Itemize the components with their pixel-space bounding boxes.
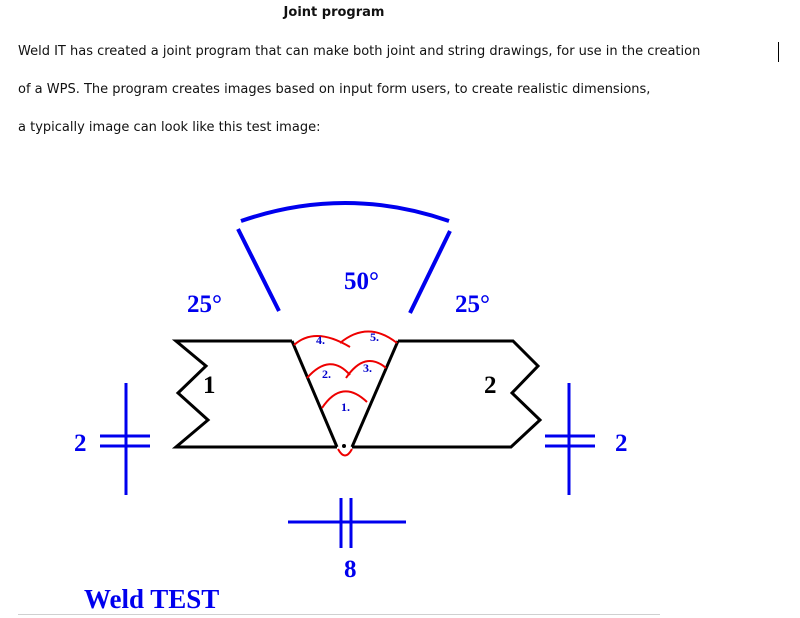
right-bevel-line bbox=[350, 340, 400, 448]
weld-pass-label-1: 1. bbox=[341, 400, 350, 414]
weld-joint-diagram: 1. 2. 3. 4. 5. 50° 25° 25° 2 2 8 1 2 Wel… bbox=[74, 201, 628, 614]
right-plate-outline bbox=[352, 339, 543, 449]
right-plate-label: 2 bbox=[484, 372, 497, 399]
groove-right-extension bbox=[408, 230, 452, 314]
left-plate-label: 1 bbox=[203, 372, 216, 399]
root-dot bbox=[342, 444, 346, 448]
groove-angle-arc bbox=[240, 201, 450, 223]
weld-pass-label-3: 3. bbox=[363, 361, 372, 375]
figure-caption: Weld TEST bbox=[84, 584, 219, 614]
left-bevel-line bbox=[290, 340, 339, 448]
left-bevel-label: 25° bbox=[187, 291, 222, 318]
left-plate-outline bbox=[171, 339, 337, 449]
right-thickness-label: 2 bbox=[615, 430, 628, 457]
page-divider bbox=[18, 614, 660, 615]
groove-left-extension bbox=[236, 228, 281, 312]
weld-pass-label-5: 5. bbox=[370, 330, 379, 344]
weld-pass-label-2: 2. bbox=[322, 367, 331, 381]
root-gap-label: 8 bbox=[344, 556, 357, 583]
root-pass-arc bbox=[337, 448, 353, 457]
root-gap-dimension bbox=[288, 498, 406, 548]
left-thickness-label: 2 bbox=[74, 430, 87, 457]
right-thickness-dimension bbox=[545, 383, 595, 495]
plate-labels: 1 2 bbox=[203, 372, 497, 399]
weld-passes bbox=[293, 330, 398, 457]
weld-pass-label-4: 4. bbox=[316, 333, 325, 347]
weld-pass-5-arc bbox=[339, 330, 398, 344]
left-thickness-dimension bbox=[100, 383, 150, 495]
groove-angle-dimension bbox=[236, 201, 452, 314]
groove-angle-label: 50° bbox=[344, 268, 379, 295]
right-bevel-label: 25° bbox=[455, 291, 490, 318]
